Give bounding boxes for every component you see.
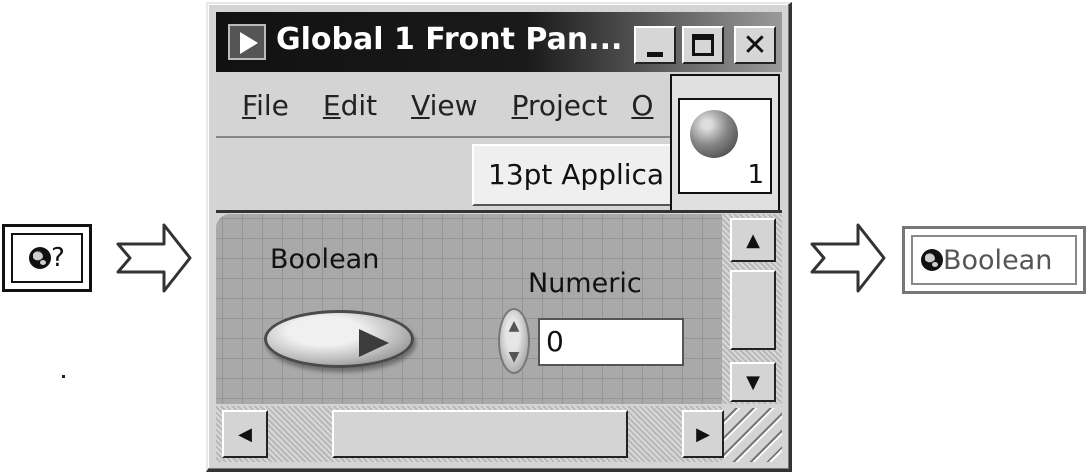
scroll-up-icon: ▲	[746, 229, 760, 251]
globe-icon	[29, 247, 52, 269]
scroll-left-button[interactable]: ◀	[222, 410, 268, 458]
menu-file[interactable]: File	[242, 89, 289, 122]
global-node-inner: Boolean	[911, 235, 1077, 285]
menu-view[interactable]: View	[411, 89, 477, 122]
scroll-right-icon: ▶	[696, 423, 710, 445]
maximize-button[interactable]	[682, 26, 724, 64]
toolbar-separator	[216, 136, 672, 138]
global-node-label: Boolean	[943, 244, 1053, 276]
horizontal-scroll-thumb[interactable]	[332, 410, 628, 458]
right-arrow-icon	[808, 222, 888, 294]
global-node-inner: ?	[11, 233, 83, 283]
menu-operate-clipped[interactable]: O	[631, 89, 653, 122]
minimize-icon	[647, 51, 663, 57]
menu-edit[interactable]: Edit	[323, 89, 377, 122]
boolean-indicator-icon	[359, 329, 389, 357]
scroll-down-button[interactable]: ▼	[730, 362, 776, 402]
decrement-icon[interactable]: ▼	[509, 349, 520, 365]
numeric-input[interactable]: 0	[538, 318, 684, 366]
minimize-button[interactable]	[634, 26, 676, 64]
stray-dot	[62, 375, 65, 378]
global-ball-cell[interactable]: 1	[678, 98, 772, 194]
close-button[interactable]: ✕	[734, 26, 776, 64]
scroll-right-button[interactable]: ▶	[682, 410, 724, 458]
menu-bar: File Edit View Project O	[216, 74, 672, 136]
front-panel-canvas[interactable]: Boolean Numeric ▲ ▼ 0	[216, 214, 722, 404]
window-title: Global 1 Front Pan...	[276, 22, 623, 57]
maximize-icon	[692, 34, 714, 56]
close-icon: ✕	[742, 27, 768, 63]
globe-icon	[921, 249, 943, 271]
global-palette: 1	[670, 74, 780, 212]
numeric-label: Numeric	[528, 268, 642, 299]
increment-icon[interactable]: ▲	[509, 318, 520, 334]
labview-vi-icon[interactable]	[228, 24, 266, 60]
right-arrow-icon	[114, 222, 194, 294]
resize-grip-icon[interactable]	[724, 408, 782, 462]
font-dropdown[interactable]: 13pt Applica	[472, 144, 672, 206]
boolean-control[interactable]	[264, 310, 414, 368]
horizontal-scrollbar[interactable]: ◀ ▶	[216, 406, 724, 462]
scroll-left-icon: ◀	[238, 423, 252, 445]
scroll-down-icon: ▼	[746, 371, 760, 393]
boolean-label: Boolean	[270, 244, 380, 275]
numeric-increment-decrement[interactable]: ▲ ▼	[498, 308, 530, 374]
global-variable-node-boolean[interactable]: Boolean	[902, 226, 1086, 294]
vertical-scrollbar[interactable]: ▲ ▼	[722, 214, 782, 404]
vertical-scroll-thumb[interactable]	[730, 270, 776, 350]
scroll-up-button[interactable]: ▲	[730, 218, 776, 262]
title-bar[interactable]: Global 1 Front Pan... ✕	[216, 12, 782, 72]
global-variable-node-unassigned[interactable]: ?	[2, 224, 92, 292]
menu-project[interactable]: Project	[512, 89, 608, 122]
palette-count: 1	[747, 160, 764, 190]
global-node-placeholder: ?	[51, 243, 65, 273]
front-panel-window[interactable]: Global 1 Front Pan... ✕ File Edit View P…	[206, 2, 792, 472]
global-variable-ball-icon	[690, 110, 738, 158]
panel-border	[216, 210, 782, 213]
